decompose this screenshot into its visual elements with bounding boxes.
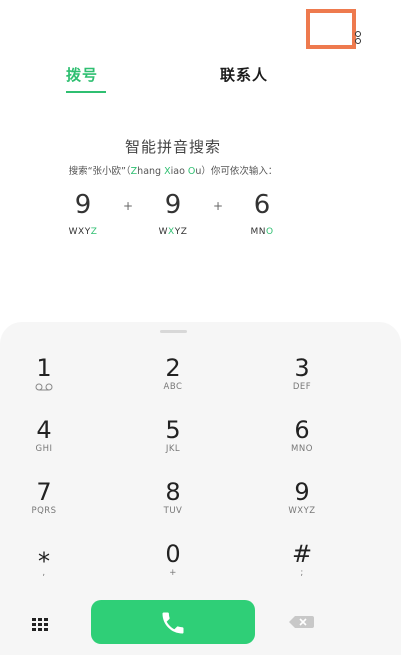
key-letters: GHI bbox=[35, 444, 53, 454]
example-plus: + bbox=[122, 199, 134, 213]
desc-suffix: ）你可依次输入： bbox=[201, 166, 278, 177]
smart-search-description: 搜索“张小欧”（Zhang Xiao Ou）你可依次输入： bbox=[0, 163, 346, 177]
drag-handle[interactable] bbox=[160, 330, 187, 333]
letters-hl: Z bbox=[90, 227, 98, 237]
key-4[interactable]: 4 GHI bbox=[0, 416, 89, 472]
voicemail-icon bbox=[0, 382, 89, 395]
example-letters: MNO bbox=[232, 227, 292, 237]
key-6[interactable]: 6 MNO bbox=[257, 416, 347, 472]
key-1[interactable]: 1 bbox=[0, 354, 89, 410]
key-letters: ; bbox=[300, 568, 304, 578]
active-tab-indicator bbox=[66, 91, 106, 93]
desc-prefix: 搜索“张小欧”（ bbox=[68, 166, 131, 177]
call-button[interactable] bbox=[91, 600, 255, 644]
key-digit: 0 bbox=[165, 540, 181, 568]
letters-pre: MN bbox=[250, 227, 266, 237]
key-digit: 2 bbox=[165, 354, 181, 382]
dot bbox=[355, 31, 361, 37]
example-letters: WXYZ bbox=[53, 227, 113, 237]
key-letters: + bbox=[169, 568, 177, 578]
tab-contacts[interactable]: 联系人 bbox=[220, 64, 268, 85]
key-star[interactable]: ⁎ , bbox=[0, 540, 89, 596]
tab-dial[interactable]: 拨号 bbox=[66, 64, 98, 85]
example-plus: + bbox=[212, 199, 224, 213]
key-5[interactable]: 5 JKL bbox=[128, 416, 218, 472]
key-digit: # bbox=[291, 540, 313, 568]
phone-icon bbox=[162, 612, 184, 634]
key-letters: WXYZ bbox=[288, 506, 316, 516]
dial-keypad: 1 2 ABC 3 DEF 4 GHI 5 JKL 6 MNO 7 PQRS 8… bbox=[0, 322, 401, 655]
dialpad-grid-button[interactable] bbox=[28, 616, 58, 640]
more-vertical-icon bbox=[355, 31, 361, 45]
smart-search-title: 智能拼音搜索 bbox=[124, 138, 221, 156]
key-digit: 1 bbox=[36, 354, 52, 382]
example-digit: 9 bbox=[74, 190, 92, 220]
key-letters: JKL bbox=[165, 444, 181, 454]
backspace-icon bbox=[289, 616, 314, 628]
key-digit: ⁎ bbox=[38, 540, 50, 568]
dialpad-grid-icon bbox=[32, 618, 48, 631]
letters-pre: WXY bbox=[68, 227, 91, 237]
letters-post: YZ bbox=[174, 227, 188, 237]
example-digit: 6 bbox=[253, 190, 271, 220]
key-8[interactable]: 8 TUV bbox=[128, 478, 218, 534]
key-digit: 7 bbox=[36, 478, 52, 506]
key-letters: ABC bbox=[163, 382, 183, 392]
dial-action-bar bbox=[0, 600, 401, 655]
letters-hl: O bbox=[265, 227, 274, 237]
key-digit: 4 bbox=[36, 416, 52, 444]
dot bbox=[355, 38, 361, 44]
key-9[interactable]: 9 WXYZ bbox=[257, 478, 347, 534]
key-2[interactable]: 2 ABC bbox=[128, 354, 218, 410]
key-0[interactable]: 0 + bbox=[128, 540, 218, 596]
key-digit: 3 bbox=[294, 354, 310, 382]
key-7[interactable]: 7 PQRS bbox=[0, 478, 89, 534]
delete-button[interactable] bbox=[287, 614, 317, 630]
key-3[interactable]: 3 DEF bbox=[257, 354, 347, 410]
key-letters: , bbox=[42, 568, 46, 578]
key-letters: DEF bbox=[292, 382, 312, 392]
letters-hl: X bbox=[168, 227, 175, 237]
key-letters: PQRS bbox=[31, 506, 57, 516]
example-letters: WXYZ bbox=[143, 227, 203, 237]
search-example: 9 WXYZ + 9 WXYZ + 6 MNO bbox=[0, 190, 401, 250]
key-digit: 5 bbox=[165, 416, 181, 444]
key-letters: MNO bbox=[291, 444, 313, 454]
example-digit: 9 bbox=[164, 190, 182, 220]
key-digit: 6 bbox=[294, 416, 310, 444]
overflow-menu-button[interactable] bbox=[306, 9, 361, 49]
desc-hang: hang bbox=[137, 166, 165, 177]
key-digit: 9 bbox=[294, 478, 310, 506]
tab-bar: 拨号 联系人 bbox=[0, 64, 401, 98]
key-hash[interactable]: # ; bbox=[257, 540, 347, 596]
key-letters: TUV bbox=[163, 506, 183, 516]
desc-iao: iao bbox=[170, 166, 188, 177]
key-digit: 8 bbox=[165, 478, 181, 506]
letters-pre: W bbox=[158, 227, 169, 237]
